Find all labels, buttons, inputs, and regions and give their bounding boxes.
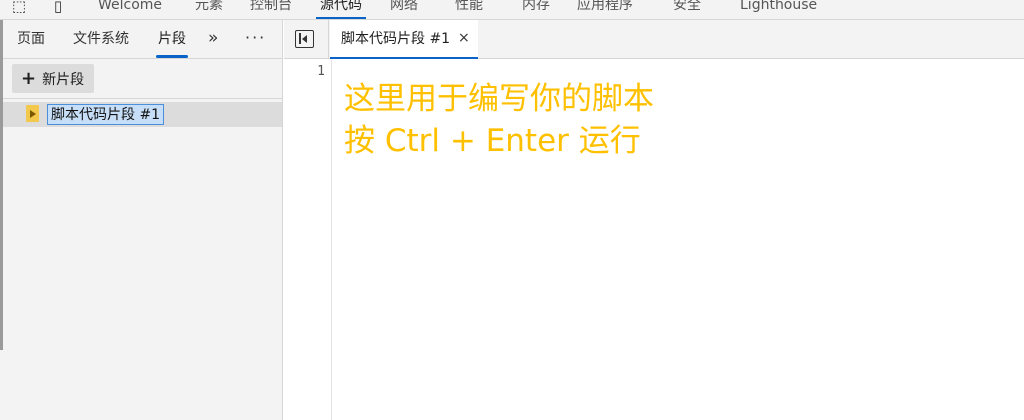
device-toolbar-icon[interactable]: ▯ (47, 0, 69, 16)
tab-security[interactable]: 安全 (673, 0, 701, 19)
close-icon[interactable]: × (458, 20, 470, 58)
line-number-gutter: 1 (284, 60, 332, 420)
editor-tab-snippet[interactable]: 脚本代码片段 #1 × (330, 20, 478, 59)
tab-application[interactable]: 应用程序 (577, 0, 633, 19)
code-editor[interactable]: 这里用于编写你的脚本 按 Ctrl + Enter 运行 (344, 78, 1014, 162)
editor-tab-strip: 脚本代码片段 #1 × (284, 20, 1024, 59)
divider (328, 20, 329, 59)
plus-icon: + (21, 67, 37, 89)
navigator-tabs: 页面 文件系统 片段 » ··· (0, 20, 283, 59)
tab-memory[interactable]: 内存 (522, 0, 550, 19)
nav-tab-snippets[interactable]: 片段 (156, 20, 188, 59)
tab-welcome[interactable]: Welcome (98, 0, 162, 19)
navigator-pane: 页面 文件系统 片段 » ··· + 新片段 脚本代码片段 #1 (0, 20, 283, 420)
snippet-file-icon (26, 105, 39, 122)
placeholder-line-2: 按 Ctrl + Enter 运行 (344, 123, 641, 159)
tab-performance[interactable]: 性能 (455, 0, 483, 19)
snippet-item[interactable]: 脚本代码片段 #1 (3, 102, 282, 127)
more-options-icon[interactable]: ··· (245, 20, 266, 59)
tab-lighthouse[interactable]: Lighthouse (740, 0, 817, 19)
more-tabs-icon[interactable]: » (208, 20, 218, 59)
placeholder-line-1: 这里用于编写你的脚本 (344, 81, 654, 117)
new-snippet-button[interactable]: + 新片段 (12, 64, 94, 93)
line-number: 1 (317, 64, 325, 79)
nav-tab-page[interactable]: 页面 (17, 20, 45, 59)
tab-console[interactable]: 控制台 (250, 0, 292, 19)
inspect-element-icon[interactable]: ⬚ (8, 0, 30, 16)
snippet-name-input[interactable]: 脚本代码片段 #1 (47, 104, 165, 125)
devtools-tab-bar: ⬚ ▯ Welcome 元素 控制台 源代码 网络 性能 内存 应用程序 安全 … (0, 0, 1024, 20)
editor-tab-label: 脚本代码片段 #1 (341, 31, 451, 47)
divider (0, 98, 283, 99)
nav-tab-filesystem[interactable]: 文件系统 (73, 20, 129, 59)
toggle-navigator-icon[interactable] (295, 30, 314, 48)
tab-elements[interactable]: 元素 (195, 0, 223, 19)
tab-network[interactable]: 网络 (390, 0, 418, 19)
new-snippet-label: 新片段 (42, 71, 85, 88)
tab-sources[interactable]: 源代码 (316, 0, 366, 19)
left-scroll-edge (0, 20, 3, 350)
